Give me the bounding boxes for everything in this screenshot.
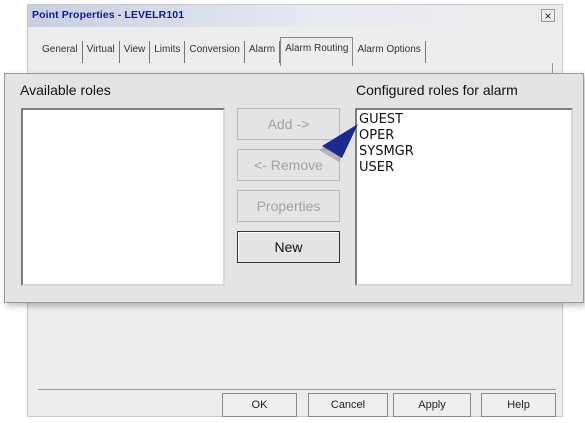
- cancel-button[interactable]: Cancel: [308, 393, 388, 417]
- list-item[interactable]: USER: [357, 160, 571, 176]
- tab-strip: General Virtual View Limits Conversion A…: [38, 37, 426, 66]
- configured-roles-label: Configured roles for alarm: [356, 82, 518, 98]
- apply-button[interactable]: Apply: [393, 393, 471, 417]
- help-button[interactable]: Help: [481, 393, 556, 417]
- list-item[interactable]: OPER: [357, 128, 571, 144]
- pointer-arrow-icon: [319, 124, 358, 162]
- alarm-routing-roles-panel: Available roles Configured roles for ala…: [4, 73, 584, 303]
- window-title: Point Properties - LEVELR101: [32, 9, 185, 21]
- tab-alarm-routing[interactable]: Alarm Routing: [280, 37, 354, 66]
- tab-general[interactable]: General: [38, 41, 83, 63]
- available-roles-list[interactable]: [21, 108, 225, 286]
- list-item[interactable]: SYSMGR: [357, 144, 571, 160]
- new-button[interactable]: New: [237, 231, 340, 263]
- tab-alarm[interactable]: Alarm: [245, 41, 281, 63]
- list-item[interactable]: GUEST: [357, 112, 571, 128]
- tab-view[interactable]: View: [120, 41, 151, 63]
- properties-button[interactable]: Properties: [237, 190, 340, 222]
- available-roles-label: Available roles: [20, 82, 111, 98]
- divider: [38, 389, 556, 390]
- close-button[interactable]: ×: [541, 9, 555, 22]
- title-bar: Point Properties - LEVELR101 ×: [28, 5, 562, 27]
- tab-alarm-options[interactable]: Alarm Options: [353, 41, 426, 63]
- configured-roles-list[interactable]: GUEST OPER SYSMGR USER: [355, 108, 573, 286]
- tab-conversion[interactable]: Conversion: [185, 41, 245, 63]
- tab-virtual[interactable]: Virtual: [83, 41, 120, 63]
- tab-limits[interactable]: Limits: [150, 41, 186, 63]
- ok-button[interactable]: OK: [222, 393, 297, 417]
